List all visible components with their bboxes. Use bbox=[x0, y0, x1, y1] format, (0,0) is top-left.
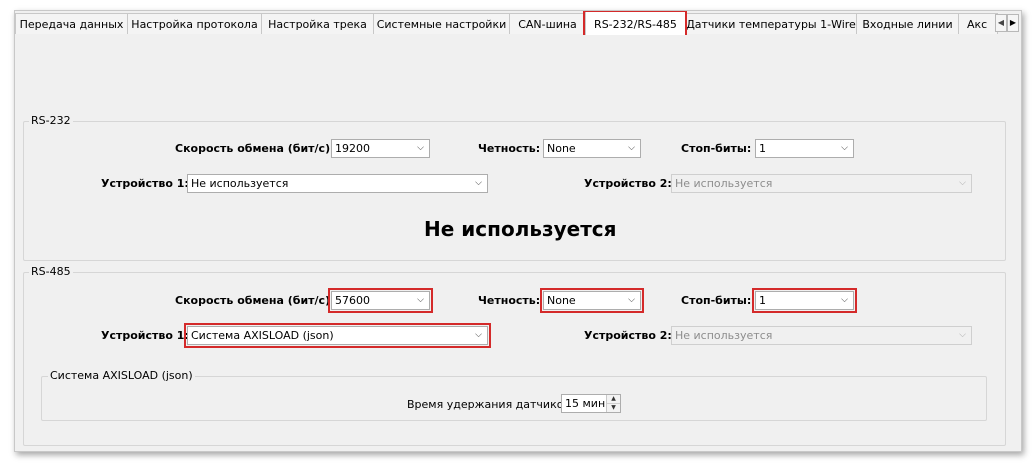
hold-time-spinbox[interactable]: 15 мин ▲ ▼ bbox=[561, 394, 621, 413]
rs232-device2-label: Устройство 2: bbox=[584, 177, 672, 190]
chevron-down-icon: ⌵ bbox=[417, 295, 424, 305]
spin-up-arrow-icon[interactable]: ▲ bbox=[607, 395, 620, 404]
axisload-subgroup-title: Система AXISLOAD (json) bbox=[48, 369, 195, 382]
rs232-device2-select[interactable]: Не используется ⌵ bbox=[671, 174, 972, 193]
rs485-speed-select[interactable]: 57600 ⌵ bbox=[328, 288, 433, 313]
hold-time-label: Время удержания датчиков: bbox=[407, 398, 574, 411]
tab-accessories-partial[interactable]: Акс bbox=[958, 13, 998, 34]
rs232-parity-label: Четность: bbox=[478, 142, 541, 155]
spin-down-arrow-icon[interactable]: ▼ bbox=[607, 404, 620, 412]
rs232-device2-value: Не используется bbox=[675, 177, 773, 190]
rs485-parity-select[interactable]: None ⌵ bbox=[540, 288, 644, 313]
chevron-down-icon: ⌵ bbox=[841, 143, 848, 153]
tab-protocol-settings[interactable]: Настройка протокола bbox=[127, 13, 262, 34]
chevron-down-icon: ⌵ bbox=[417, 143, 424, 153]
rs232-device1-label: Устройство 1: bbox=[101, 177, 189, 190]
rs232-group-title: RS-232 bbox=[29, 114, 73, 127]
tab-bar: Передача данных Настройка протокола Наст… bbox=[15, 11, 1021, 36]
rs-settings-page: RS-232 Скорость обмена (бит/с): 19200 ⌵ … bbox=[15, 35, 1021, 451]
rs485-device1-select[interactable]: Система AXISLOAD (json) ⌵ bbox=[184, 323, 491, 348]
rs232-speed-label: Скорость обмена (бит/с): bbox=[175, 142, 335, 155]
tab-system-settings[interactable]: Системные настройки bbox=[373, 13, 510, 34]
rs485-stopbits-select[interactable]: 1 ⌵ bbox=[752, 288, 857, 313]
tab-input-lines[interactable]: Входные линии bbox=[856, 13, 959, 34]
settings-window: Передача данных Настройка протокола Наст… bbox=[14, 10, 1022, 452]
tab-scroll-arrows: ◀ ▶ bbox=[995, 14, 1019, 32]
tab-track-settings[interactable]: Настройка трека bbox=[261, 13, 374, 34]
rs485-speed-value: 57600 bbox=[335, 294, 370, 307]
chevron-down-icon: ⌵ bbox=[959, 178, 966, 188]
rs232-status-text: Не используется bbox=[424, 217, 617, 241]
rs485-parity-label: Четность: bbox=[478, 294, 541, 307]
hold-time-value: 15 мин bbox=[565, 397, 606, 410]
rs485-device2-value: Не используется bbox=[675, 329, 773, 342]
rs485-device2-label: Устройство 2: bbox=[584, 329, 672, 342]
rs232-device1-select[interactable]: Не используется ⌵ bbox=[187, 174, 488, 193]
rs485-device1-value: Система AXISLOAD (json) bbox=[191, 329, 334, 342]
rs232-speed-select[interactable]: 19200 ⌵ bbox=[331, 139, 430, 158]
rs485-speed-label: Скорость обмена (бит/с): bbox=[175, 294, 335, 307]
tab-data-transfer[interactable]: Передача данных bbox=[15, 13, 128, 34]
rs232-device1-value: Не используется bbox=[191, 177, 289, 190]
rs485-stopbits-label: Стоп-биты: bbox=[681, 294, 752, 307]
tab-rs232-rs485[interactable]: RS-232/RS-485 bbox=[585, 11, 686, 36]
chevron-down-icon: ⌵ bbox=[841, 295, 848, 305]
rs485-group-title: RS-485 bbox=[29, 265, 73, 278]
rs485-device2-select[interactable]: Не используется ⌵ bbox=[671, 326, 972, 345]
rs232-parity-value: None bbox=[547, 142, 576, 155]
rs232-stopbits-value: 1 bbox=[759, 142, 766, 155]
tab-can-bus[interactable]: CAN-шина bbox=[509, 13, 586, 34]
chevron-down-icon: ⌵ bbox=[628, 295, 635, 305]
triangle-right-icon[interactable]: ▶ bbox=[1007, 14, 1019, 32]
spin-buttons: ▲ ▼ bbox=[606, 395, 620, 412]
tab-1wire-temperature[interactable]: Датчики температуры 1-Wire bbox=[685, 13, 857, 34]
rs232-stopbits-label: Стоп-биты: bbox=[681, 142, 752, 155]
rs232-speed-value: 19200 bbox=[335, 142, 370, 155]
rs232-stopbits-select[interactable]: 1 ⌵ bbox=[755, 139, 854, 158]
rs485-parity-value: None bbox=[547, 294, 576, 307]
rs485-stopbits-value: 1 bbox=[759, 294, 766, 307]
chevron-down-icon: ⌵ bbox=[628, 143, 635, 153]
chevron-down-icon: ⌵ bbox=[959, 330, 966, 340]
rs485-device1-label: Устройство 1: bbox=[101, 329, 189, 342]
rs232-parity-select[interactable]: None ⌵ bbox=[543, 139, 641, 158]
chevron-down-icon: ⌵ bbox=[475, 178, 482, 188]
triangle-left-icon[interactable]: ◀ bbox=[995, 14, 1007, 32]
chevron-down-icon: ⌵ bbox=[475, 330, 482, 340]
